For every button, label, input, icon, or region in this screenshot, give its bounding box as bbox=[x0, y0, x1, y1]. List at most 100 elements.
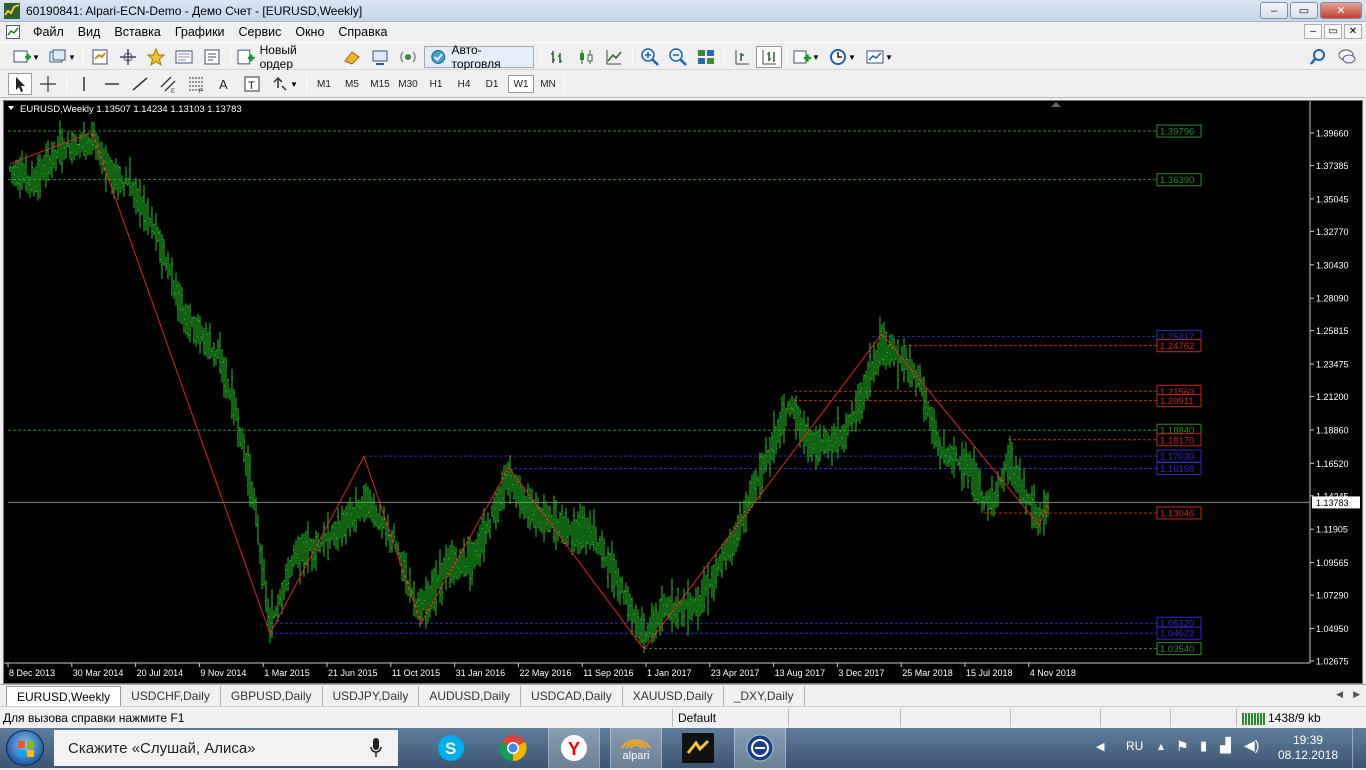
price-chart[interactable]: EURUSD,Weekly 1.13507 1.14234 1.13103 1.… bbox=[4, 101, 1364, 685]
timeframe-m5[interactable]: M5 bbox=[339, 75, 365, 93]
child-minimize-button[interactable]: – bbox=[1304, 24, 1322, 39]
volume-icon[interactable]: ◀) bbox=[1244, 737, 1259, 754]
periods-button[interactable]: ▼ bbox=[826, 46, 858, 68]
price-bar bbox=[891, 333, 893, 362]
price-bar bbox=[327, 512, 329, 561]
close-button[interactable]: ✕ bbox=[1320, 2, 1362, 19]
maximize-button[interactable]: ▭ bbox=[1290, 2, 1318, 19]
data-window-button[interactable] bbox=[116, 46, 140, 68]
vertical-line-button[interactable] bbox=[72, 73, 96, 95]
price-bar bbox=[873, 341, 875, 383]
chrome-icon bbox=[499, 735, 527, 762]
text-label-button[interactable]: T bbox=[240, 73, 264, 95]
line-chart-button[interactable] bbox=[602, 46, 626, 68]
yandex-browser-taskbar-button[interactable]: Y bbox=[548, 728, 600, 768]
timeframe-m15[interactable]: M15 bbox=[367, 75, 393, 93]
show-desktop-button[interactable] bbox=[1352, 728, 1366, 768]
system-clock[interactable]: 19:39 08.12.2018 bbox=[1278, 733, 1338, 763]
tab-dxy-daily[interactable]: _DXY,Daily bbox=[724, 686, 805, 706]
trendline-button[interactable] bbox=[128, 73, 152, 95]
tile-windows-button[interactable] bbox=[694, 46, 718, 68]
timeframe-m30[interactable]: M30 bbox=[395, 75, 421, 93]
microphone-icon[interactable] bbox=[370, 738, 382, 758]
tab-usdcad-daily[interactable]: USDCAD,Daily bbox=[521, 686, 623, 706]
tab-usdchf-daily[interactable]: USDCHF,Daily bbox=[121, 686, 221, 706]
zoom-in-button[interactable] bbox=[638, 46, 662, 68]
metatrader-taskbar-button[interactable] bbox=[734, 728, 786, 768]
horizontal-line-button[interactable] bbox=[100, 73, 124, 95]
new-order-button[interactable]: Новый ордер bbox=[236, 43, 336, 71]
price-bar bbox=[705, 574, 707, 597]
menu-charts[interactable]: Графики bbox=[168, 22, 232, 42]
menu-window[interactable]: Окно bbox=[288, 22, 331, 42]
battery-icon[interactable]: ▮ bbox=[1200, 738, 1207, 754]
autotrading-button[interactable]: Авто-торговля bbox=[424, 43, 534, 71]
tray-overflow-icon[interactable]: ◀ bbox=[1096, 740, 1104, 753]
cursor-button[interactable] bbox=[8, 73, 32, 95]
minimize-button[interactable]: – bbox=[1260, 2, 1288, 19]
autoscroll-button[interactable] bbox=[756, 46, 782, 68]
timeframe-mn[interactable]: MN bbox=[535, 75, 561, 93]
price-bar bbox=[527, 483, 529, 529]
tray-expand-icon[interactable]: ▴ bbox=[1158, 739, 1164, 753]
text-button[interactable]: A bbox=[212, 73, 236, 95]
options-button[interactable] bbox=[396, 46, 420, 68]
arrows-button[interactable]: ▼ bbox=[268, 73, 300, 95]
price-bar bbox=[135, 177, 137, 215]
tab-xauusd-daily[interactable]: XAUUSD,Daily bbox=[623, 686, 724, 706]
new-chart-button[interactable]: ▼ bbox=[8, 46, 44, 68]
timeframe-h1[interactable]: H1 bbox=[423, 75, 449, 93]
signals-button[interactable] bbox=[368, 46, 392, 68]
market-watch-button[interactable] bbox=[88, 46, 112, 68]
tab-gbpusd-daily[interactable]: GBPUSD,Daily bbox=[221, 686, 323, 706]
menu-file[interactable]: Файл bbox=[26, 22, 71, 42]
menu-view[interactable]: Вид bbox=[71, 22, 108, 42]
language-indicator[interactable]: RU bbox=[1126, 739, 1143, 753]
chat-button[interactable] bbox=[1334, 46, 1360, 68]
metaeditor-button[interactable] bbox=[340, 46, 364, 68]
alice-search-box[interactable]: Скажите «Слушай, Алиса» bbox=[54, 730, 398, 766]
candlestick-chart-button[interactable] bbox=[574, 46, 598, 68]
price-bar bbox=[359, 500, 361, 522]
fibonacci-button[interactable]: F bbox=[184, 73, 208, 95]
tab-scroll-right-icon[interactable]: ▶ bbox=[1353, 689, 1360, 700]
timeframe-d1[interactable]: D1 bbox=[479, 75, 505, 93]
channel-button[interactable]: E bbox=[156, 73, 180, 95]
tab-scroll-left-icon[interactable]: ◀ bbox=[1336, 689, 1343, 700]
cursor-arrow-icon bbox=[16, 77, 25, 92]
start-button[interactable] bbox=[6, 730, 44, 766]
child-restore-button[interactable]: ▭ bbox=[1324, 24, 1342, 39]
search-button[interactable] bbox=[1306, 46, 1330, 68]
timeframe-h4[interactable]: H4 bbox=[451, 75, 477, 93]
network-signal-icon[interactable]: ▟ bbox=[1220, 737, 1231, 754]
menu-help[interactable]: Справка bbox=[331, 22, 394, 42]
price-bar bbox=[167, 251, 169, 280]
price-bar bbox=[437, 574, 439, 590]
strategy-tester-button[interactable] bbox=[200, 46, 224, 68]
tab-eurusd-weekly[interactable]: EURUSD,Weekly bbox=[6, 686, 122, 706]
profiles-button[interactable]: ▼ bbox=[46, 46, 78, 68]
chart-area[interactable]: EURUSD,Weekly 1.13507 1.14234 1.13103 1.… bbox=[3, 100, 1363, 684]
menu-insert[interactable]: Вставка bbox=[107, 22, 167, 42]
tab-audusd-daily[interactable]: AUDUSD,Daily bbox=[419, 686, 522, 706]
price-bar bbox=[817, 430, 819, 466]
timeframe-w1[interactable]: W1 bbox=[508, 75, 534, 93]
crosshair-button[interactable] bbox=[36, 73, 60, 95]
chart-shift-button[interactable] bbox=[730, 46, 754, 68]
alpari-taskbar-button[interactable]: alpari bbox=[610, 728, 662, 768]
templates-button[interactable]: ▼ bbox=[862, 46, 896, 68]
tab-usdjpy-daily[interactable]: USDJPY,Daily bbox=[323, 686, 420, 706]
chrome-taskbar-button[interactable] bbox=[487, 728, 539, 768]
child-close-button[interactable]: ✕ bbox=[1344, 24, 1362, 39]
skype-taskbar-button[interactable]: S bbox=[425, 728, 477, 768]
menu-tools[interactable]: Сервис bbox=[232, 22, 289, 42]
zoom-out-button[interactable] bbox=[666, 46, 690, 68]
action-center-flag-icon[interactable]: ⚑ bbox=[1176, 738, 1189, 755]
price-bar bbox=[755, 469, 757, 501]
timeframe-m1[interactable]: M1 bbox=[311, 75, 337, 93]
bar-chart-button[interactable] bbox=[546, 46, 570, 68]
terminal-button[interactable] bbox=[172, 46, 196, 68]
indicators-button[interactable]: ▼ bbox=[790, 46, 822, 68]
navigator-button[interactable] bbox=[144, 46, 168, 68]
terminal-taskbar-button[interactable] bbox=[672, 728, 724, 768]
